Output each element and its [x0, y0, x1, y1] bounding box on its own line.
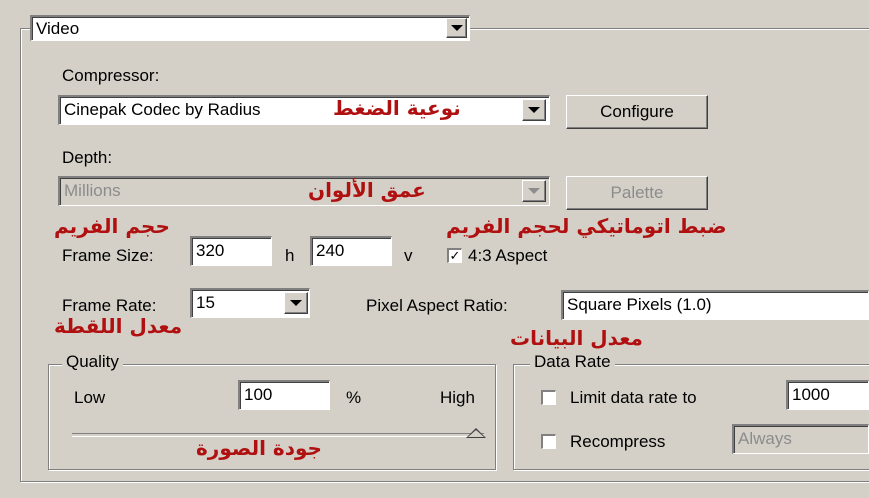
quality-high-label: High: [440, 388, 475, 407]
annotation-data-rate: معدل البيانات: [510, 326, 643, 350]
depth-value: Millions: [64, 181, 121, 200]
quality-group-title: Quality: [62, 352, 123, 372]
recompress-value: Always: [738, 429, 792, 448]
frame-height-unit-label: v: [404, 246, 413, 265]
pixel-aspect-label: Pixel Aspect Ratio:: [366, 296, 508, 315]
quality-slider-thumb[interactable]: [466, 428, 486, 438]
annotation-frame-size: حجم الفريم: [54, 214, 170, 238]
recompress-label: Recompress: [570, 432, 666, 451]
configure-button[interactable]: Configure: [566, 95, 708, 129]
chevron-down-icon: [290, 300, 302, 306]
frame-rate-dropdown-button[interactable]: [284, 292, 308, 314]
annotation-frame-rate: معدل اللقطة: [54, 314, 183, 338]
annotation-compressor-type: نوعية الضغط: [333, 96, 461, 120]
compressor-dropdown[interactable]: Cinepak Codec by Radius: [58, 95, 550, 125]
settings-type-value: Video: [36, 19, 80, 38]
frame-rate-value: 15: [196, 293, 215, 312]
palette-button[interactable]: Palette: [566, 176, 708, 210]
chevron-down-icon: [528, 188, 540, 194]
quality-percent-label: %: [346, 388, 362, 407]
aspect-label: 4:3 Aspect: [468, 246, 548, 265]
recompress-checkbox[interactable]: [541, 434, 556, 449]
settings-type-dropdown[interactable]: Video: [30, 15, 470, 41]
chevron-down-icon: [528, 107, 540, 113]
pixel-aspect-dropdown[interactable]: Square Pixels (1.0): [561, 290, 869, 320]
frame-width-input[interactable]: 320: [190, 236, 272, 266]
limit-data-rate-label: Limit data rate to: [570, 388, 697, 407]
data-rate-value: 1000: [792, 385, 830, 404]
checkmark-icon: ✓: [449, 248, 461, 263]
quality-value: 100: [244, 385, 273, 404]
configure-button-label: Configure: [600, 102, 674, 121]
frame-rate-label: Frame Rate:: [62, 296, 157, 315]
frame-height-value: 240: [316, 241, 345, 260]
frame-width-unit-label: h: [285, 246, 295, 265]
quality-input[interactable]: 100: [238, 380, 330, 410]
depth-dropdown[interactable]: Millions: [58, 176, 550, 206]
depth-label: Depth:: [62, 148, 113, 167]
quality-low-label: Low: [74, 388, 106, 407]
settings-type-dropdown-button[interactable]: [446, 18, 467, 38]
depth-dropdown-button[interactable]: [522, 180, 546, 202]
annotation-auto-aspect: ضبط اتوماتيكي لحجم الفريم: [446, 214, 727, 238]
annotation-color-depth: عمق الألوان: [308, 178, 426, 202]
palette-button-label: Palette: [610, 183, 664, 202]
annotation-image-quality: جودة الصورة: [196, 436, 322, 460]
chevron-down-icon: [450, 25, 463, 31]
compressor-dropdown-button[interactable]: [522, 99, 546, 121]
pixel-aspect-value: Square Pixels (1.0): [567, 295, 712, 314]
frame-width-value: 320: [196, 241, 225, 260]
recompress-dropdown[interactable]: Always: [732, 424, 869, 454]
compressor-value: Cinepak Codec by Radius: [64, 100, 261, 119]
data-rate-group-title: Data Rate: [530, 352, 615, 372]
data-rate-input[interactable]: 1000: [786, 380, 869, 410]
frame-height-input[interactable]: 240: [310, 236, 392, 266]
limit-data-rate-checkbox[interactable]: [541, 390, 556, 405]
frame-size-label: Frame Size:: [62, 246, 154, 265]
aspect-checkbox[interactable]: ✓: [447, 248, 462, 263]
compressor-label: Compressor:: [62, 66, 160, 85]
